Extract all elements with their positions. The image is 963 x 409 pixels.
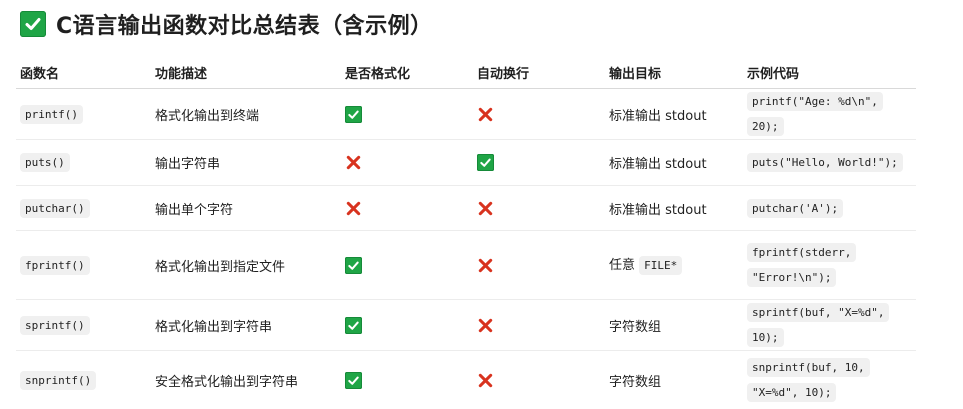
table-row: snprintf() 安全格式化输出到字符串 字符数组 snprintf(buf… bbox=[16, 351, 916, 409]
formatted-cell bbox=[341, 231, 473, 300]
function-name-cell: puts() bbox=[16, 140, 151, 186]
function-name: fprintf() bbox=[20, 256, 90, 275]
target-cell: 任意 FILE* bbox=[605, 231, 743, 300]
check-mark-icon bbox=[345, 317, 362, 334]
target-cell: 标准输出 stdout bbox=[605, 89, 743, 140]
newline-cell bbox=[473, 186, 605, 231]
check-mark-icon bbox=[20, 11, 46, 37]
newline-cell bbox=[473, 89, 605, 140]
header-example-code: 示例代码 bbox=[743, 56, 916, 89]
function-name: snprintf() bbox=[20, 371, 96, 390]
example-code: putchar('A'); bbox=[747, 199, 843, 218]
example-code: puts("Hello, World!"); bbox=[747, 153, 903, 172]
description-cell: 输出单个字符 bbox=[151, 186, 341, 231]
newline-cell bbox=[473, 231, 605, 300]
check-mark-icon bbox=[345, 106, 362, 123]
example-cell: printf("Age: %d\n", 20); bbox=[743, 89, 916, 140]
function-name: sprintf() bbox=[20, 316, 90, 335]
description-cell: 格式化输出到指定文件 bbox=[151, 231, 341, 300]
function-name: putchar() bbox=[20, 199, 90, 218]
newline-cell bbox=[473, 140, 605, 186]
cross-mark-icon bbox=[477, 106, 494, 123]
cross-mark-icon bbox=[477, 257, 494, 274]
check-mark-icon bbox=[477, 154, 494, 171]
description-cell: 格式化输出到终端 bbox=[151, 89, 341, 140]
target-cell: 标准输出 stdout bbox=[605, 140, 743, 186]
header-auto-newline: 自动换行 bbox=[473, 56, 605, 89]
target-text: 字符数组 bbox=[609, 375, 661, 390]
formatted-cell bbox=[341, 351, 473, 409]
check-mark-icon bbox=[345, 372, 362, 389]
function-name-cell: sprintf() bbox=[16, 300, 151, 351]
example-cell: snprintf(buf, 10, "X=%d", 10); bbox=[743, 351, 916, 409]
cross-mark-icon bbox=[477, 317, 494, 334]
table-row: fprintf() 格式化输出到指定文件 任意 FILE* fprintf(st… bbox=[16, 231, 916, 300]
example-cell: sprintf(buf, "X=%d", 10); bbox=[743, 300, 916, 351]
example-code: printf("Age: %d\n", 20); bbox=[747, 92, 883, 136]
target-text: 字符数组 bbox=[609, 320, 661, 335]
formatted-cell bbox=[341, 89, 473, 140]
page-title: C语言输出函数对比总结表（含示例） bbox=[20, 8, 433, 40]
cross-mark-icon bbox=[345, 200, 362, 217]
formatted-cell bbox=[341, 140, 473, 186]
description-cell: 格式化输出到字符串 bbox=[151, 300, 341, 351]
cross-mark-icon bbox=[477, 200, 494, 217]
example-cell: putchar('A'); bbox=[743, 186, 916, 231]
target-text: 标准输出 stdout bbox=[609, 203, 707, 218]
example-code: snprintf(buf, 10, "X=%d", 10); bbox=[747, 358, 870, 402]
newline-cell bbox=[473, 351, 605, 409]
target-text: 标准输出 stdout bbox=[609, 157, 707, 172]
example-cell: fprintf(stderr, "Error!\n"); bbox=[743, 231, 916, 300]
header-formatted: 是否格式化 bbox=[341, 56, 473, 89]
example-code: sprintf(buf, "X=%d", 10); bbox=[747, 303, 889, 347]
table-row: putchar() 输出单个字符 标准输出 stdout putchar('A'… bbox=[16, 186, 916, 231]
function-name-cell: putchar() bbox=[16, 186, 151, 231]
function-name: puts() bbox=[20, 153, 70, 172]
target-text: 任意 bbox=[609, 258, 635, 273]
comparison-table: 函数名 功能描述 是否格式化 自动换行 输出目标 示例代码 printf() 格… bbox=[16, 56, 916, 409]
description-cell: 输出字符串 bbox=[151, 140, 341, 186]
target-cell: 字符数组 bbox=[605, 300, 743, 351]
target-text: 标准输出 stdout bbox=[609, 109, 707, 124]
function-name-cell: printf() bbox=[16, 89, 151, 140]
formatted-cell bbox=[341, 186, 473, 231]
title-text: C语言输出函数对比总结表（含示例） bbox=[56, 8, 433, 40]
target-code: FILE* bbox=[639, 256, 682, 275]
function-name: printf() bbox=[20, 105, 83, 124]
table-row: sprintf() 格式化输出到字符串 字符数组 sprintf(buf, "X… bbox=[16, 300, 916, 351]
target-cell: 标准输出 stdout bbox=[605, 186, 743, 231]
table-row: printf() 格式化输出到终端 标准输出 stdout printf("Ag… bbox=[16, 89, 916, 140]
function-name-cell: snprintf() bbox=[16, 351, 151, 409]
header-description: 功能描述 bbox=[151, 56, 341, 89]
table-row: puts() 输出字符串 标准输出 stdout puts("Hello, Wo… bbox=[16, 140, 916, 186]
example-code: fprintf(stderr, "Error!\n"); bbox=[747, 243, 856, 287]
newline-cell bbox=[473, 300, 605, 351]
cross-mark-icon bbox=[345, 154, 362, 171]
formatted-cell bbox=[341, 300, 473, 351]
header-output-target: 输出目标 bbox=[605, 56, 743, 89]
check-mark-icon bbox=[345, 257, 362, 274]
table-header-row: 函数名 功能描述 是否格式化 自动换行 输出目标 示例代码 bbox=[16, 56, 916, 89]
header-function-name: 函数名 bbox=[16, 56, 151, 89]
cross-mark-icon bbox=[477, 372, 494, 389]
function-name-cell: fprintf() bbox=[16, 231, 151, 300]
target-cell: 字符数组 bbox=[605, 351, 743, 409]
description-cell: 安全格式化输出到字符串 bbox=[151, 351, 341, 409]
example-cell: puts("Hello, World!"); bbox=[743, 140, 916, 186]
